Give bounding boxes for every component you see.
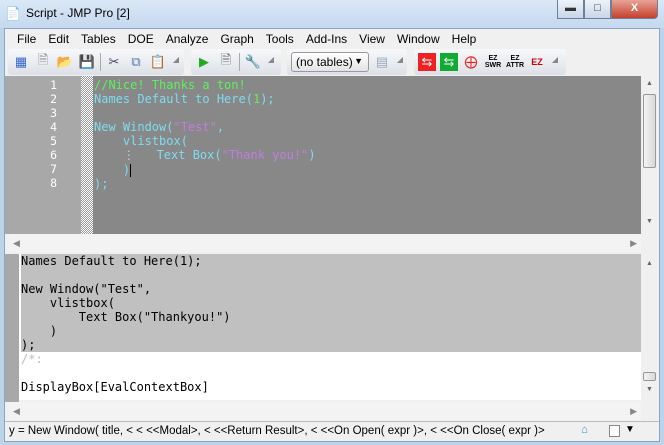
line-number: 8 [50, 176, 57, 190]
menu-window[interactable]: Window [391, 29, 446, 48]
addin-toolbar: ⇆ ⇆ ⨁ EZ SWR EZ ATTR EZ ◢ [414, 49, 566, 75]
scroll-left-icon[interactable]: ◀ [13, 406, 20, 417]
new-script-icon[interactable]: 🗎 [34, 52, 52, 71]
window-title: Script - JMP Pro [2] [26, 6, 130, 20]
toolbar-options-grip[interactable]: ◢ [171, 55, 179, 75]
line-number: 1 [50, 78, 57, 92]
log-blank-line [21, 366, 641, 380]
maximize-button[interactable]: □ [584, 0, 611, 19]
log-comment: /*: [21, 352, 43, 366]
copy-icon[interactable]: ⧉ [127, 53, 145, 71]
menu-help[interactable]: Help [446, 29, 483, 48]
line-number-gutter: 1 2 3 4 5 6 7 8 [5, 76, 81, 234]
script-icon: 📄 [5, 6, 22, 21]
run-script-icon[interactable]: ▶ [195, 53, 213, 71]
line-number: 3 [50, 106, 57, 120]
separator [100, 53, 101, 71]
script-editor[interactable]: 1 2 3 4 5 6 7 8 //Nice! Thanks a ton! Na… [5, 76, 641, 234]
ez-attr-icon[interactable]: EZ ATTR [506, 53, 524, 71]
log-horizontal-scrollbar[interactable]: ◀ ▶ [9, 402, 641, 420]
log-result: DisplayBox[EvalContextBox] [21, 380, 209, 394]
log-line [21, 268, 641, 282]
paste-icon[interactable]: 📋 [149, 53, 167, 71]
ez-search-icon[interactable]: EZ [528, 53, 546, 71]
menu-doe[interactable]: DOE [122, 29, 160, 48]
menu-view[interactable]: View [353, 29, 391, 48]
line-number: 6 [50, 148, 57, 162]
log-line: ) [21, 324, 641, 338]
window-list-icon[interactable] [609, 425, 620, 437]
log-line: Names Default to Here(1); [21, 254, 641, 268]
line-number: 5 [50, 134, 57, 148]
toolbar-options-grip[interactable]: ◢ [395, 55, 403, 75]
scroll-up-icon[interactable]: ▲ [641, 260, 658, 267]
menu-tools[interactable]: Tools [260, 29, 300, 48]
editor-vertical-scrollbar[interactable]: ▲ ▼ [641, 76, 658, 234]
debug-tools-icon[interactable]: 🔧 [244, 53, 262, 71]
ez-swr-icon[interactable]: EZ SWR [484, 53, 502, 71]
line-number: 4 [50, 120, 57, 134]
separator [239, 53, 240, 71]
target-icon[interactable]: ⨁ [462, 53, 480, 71]
scroll-left-icon[interactable]: ◀ [13, 238, 20, 249]
chevron-down-icon[interactable]: ▼ [625, 424, 635, 435]
log-line: ); [21, 338, 641, 352]
green-swap-icon[interactable]: ⇆ [440, 53, 458, 71]
scroll-down-icon[interactable]: ▼ [641, 218, 658, 225]
function-signature-hint: y = New Window( title, < < <<Modal>, < <… [9, 425, 545, 437]
toolbar-options-grip[interactable]: ◢ [266, 55, 274, 75]
scroll-right-icon[interactable]: ▶ [630, 406, 637, 417]
log-vertical-scrollbar[interactable]: ▲ ▼ [641, 254, 658, 400]
menu-analyze[interactable]: Analyze [160, 29, 215, 48]
code-text[interactable]: //Nice! Thanks a ton! Names Default to H… [94, 78, 316, 191]
minimize-button[interactable]: ▬ [557, 0, 584, 19]
cut-icon[interactable]: ✂ [105, 53, 123, 71]
file-toolbar: ▦ 🗎 📂 💾 ✂ ⧉ 📋 ◢ [8, 49, 184, 75]
table-toolbar: (no tables) ▼ ▤ ◢ [287, 49, 407, 75]
table-icon[interactable]: ▤ [373, 53, 391, 71]
menu-graph[interactable]: Graph [214, 29, 259, 48]
scroll-right-icon[interactable]: ▶ [630, 238, 637, 249]
chevron-down-icon: ▼ [354, 56, 363, 66]
log-line: vlistbox( [21, 296, 641, 310]
scroll-down-icon[interactable]: ▼ [641, 386, 658, 393]
toolbar-options-grip[interactable]: ◢ [550, 55, 558, 75]
log-icon[interactable]: 🗎 [217, 52, 235, 71]
new-data-table-icon[interactable]: ▦ [12, 53, 30, 71]
run-toolbar: ▶ 🗎 🔧 ◢ [191, 49, 281, 75]
fold-margin [81, 76, 93, 234]
menu-add-ins[interactable]: Add-Ins [300, 29, 353, 48]
home-icon[interactable]: ⌂ [581, 424, 588, 436]
log-line: Text Box("Thankyou!") [21, 310, 641, 324]
table-select-value: (no tables) [296, 55, 353, 69]
log-gutter [5, 254, 19, 402]
close-button[interactable]: X [611, 0, 658, 19]
open-folder-icon[interactable]: 📂 [56, 53, 74, 71]
menu-edit[interactable]: Edit [42, 29, 75, 48]
line-number: 7 [50, 162, 57, 176]
log-line: New Window("Test", [21, 282, 641, 296]
menu-file[interactable]: File [11, 29, 42, 48]
log-output[interactable]: Names Default to Here(1); New Window("Tes… [19, 254, 641, 400]
editor-horizontal-scrollbar[interactable]: ◀ ▶ [9, 234, 641, 252]
scroll-up-icon[interactable]: ▲ [641, 80, 658, 87]
red-swap-icon[interactable]: ⇆ [418, 53, 436, 71]
menu-tables[interactable]: Tables [75, 29, 122, 48]
line-number: 2 [50, 92, 57, 106]
status-bar: y = New Window( title, < < <<Modal>, < <… [5, 421, 659, 441]
table-select-dropdown[interactable]: (no tables) ▼ [291, 52, 369, 72]
scrollbar-thumb[interactable] [643, 372, 656, 381]
scrollbar-thumb[interactable] [643, 94, 656, 168]
menu-bar: File Edit Tables DOE Analyze Graph Tools… [5, 29, 659, 48]
save-icon[interactable]: 💾 [78, 53, 96, 71]
main-window: File Edit Tables DOE Analyze Graph Tools… [4, 28, 660, 442]
title-bar: 📄 Script - JMP Pro [2] ▬ □ X [0, 0, 664, 28]
